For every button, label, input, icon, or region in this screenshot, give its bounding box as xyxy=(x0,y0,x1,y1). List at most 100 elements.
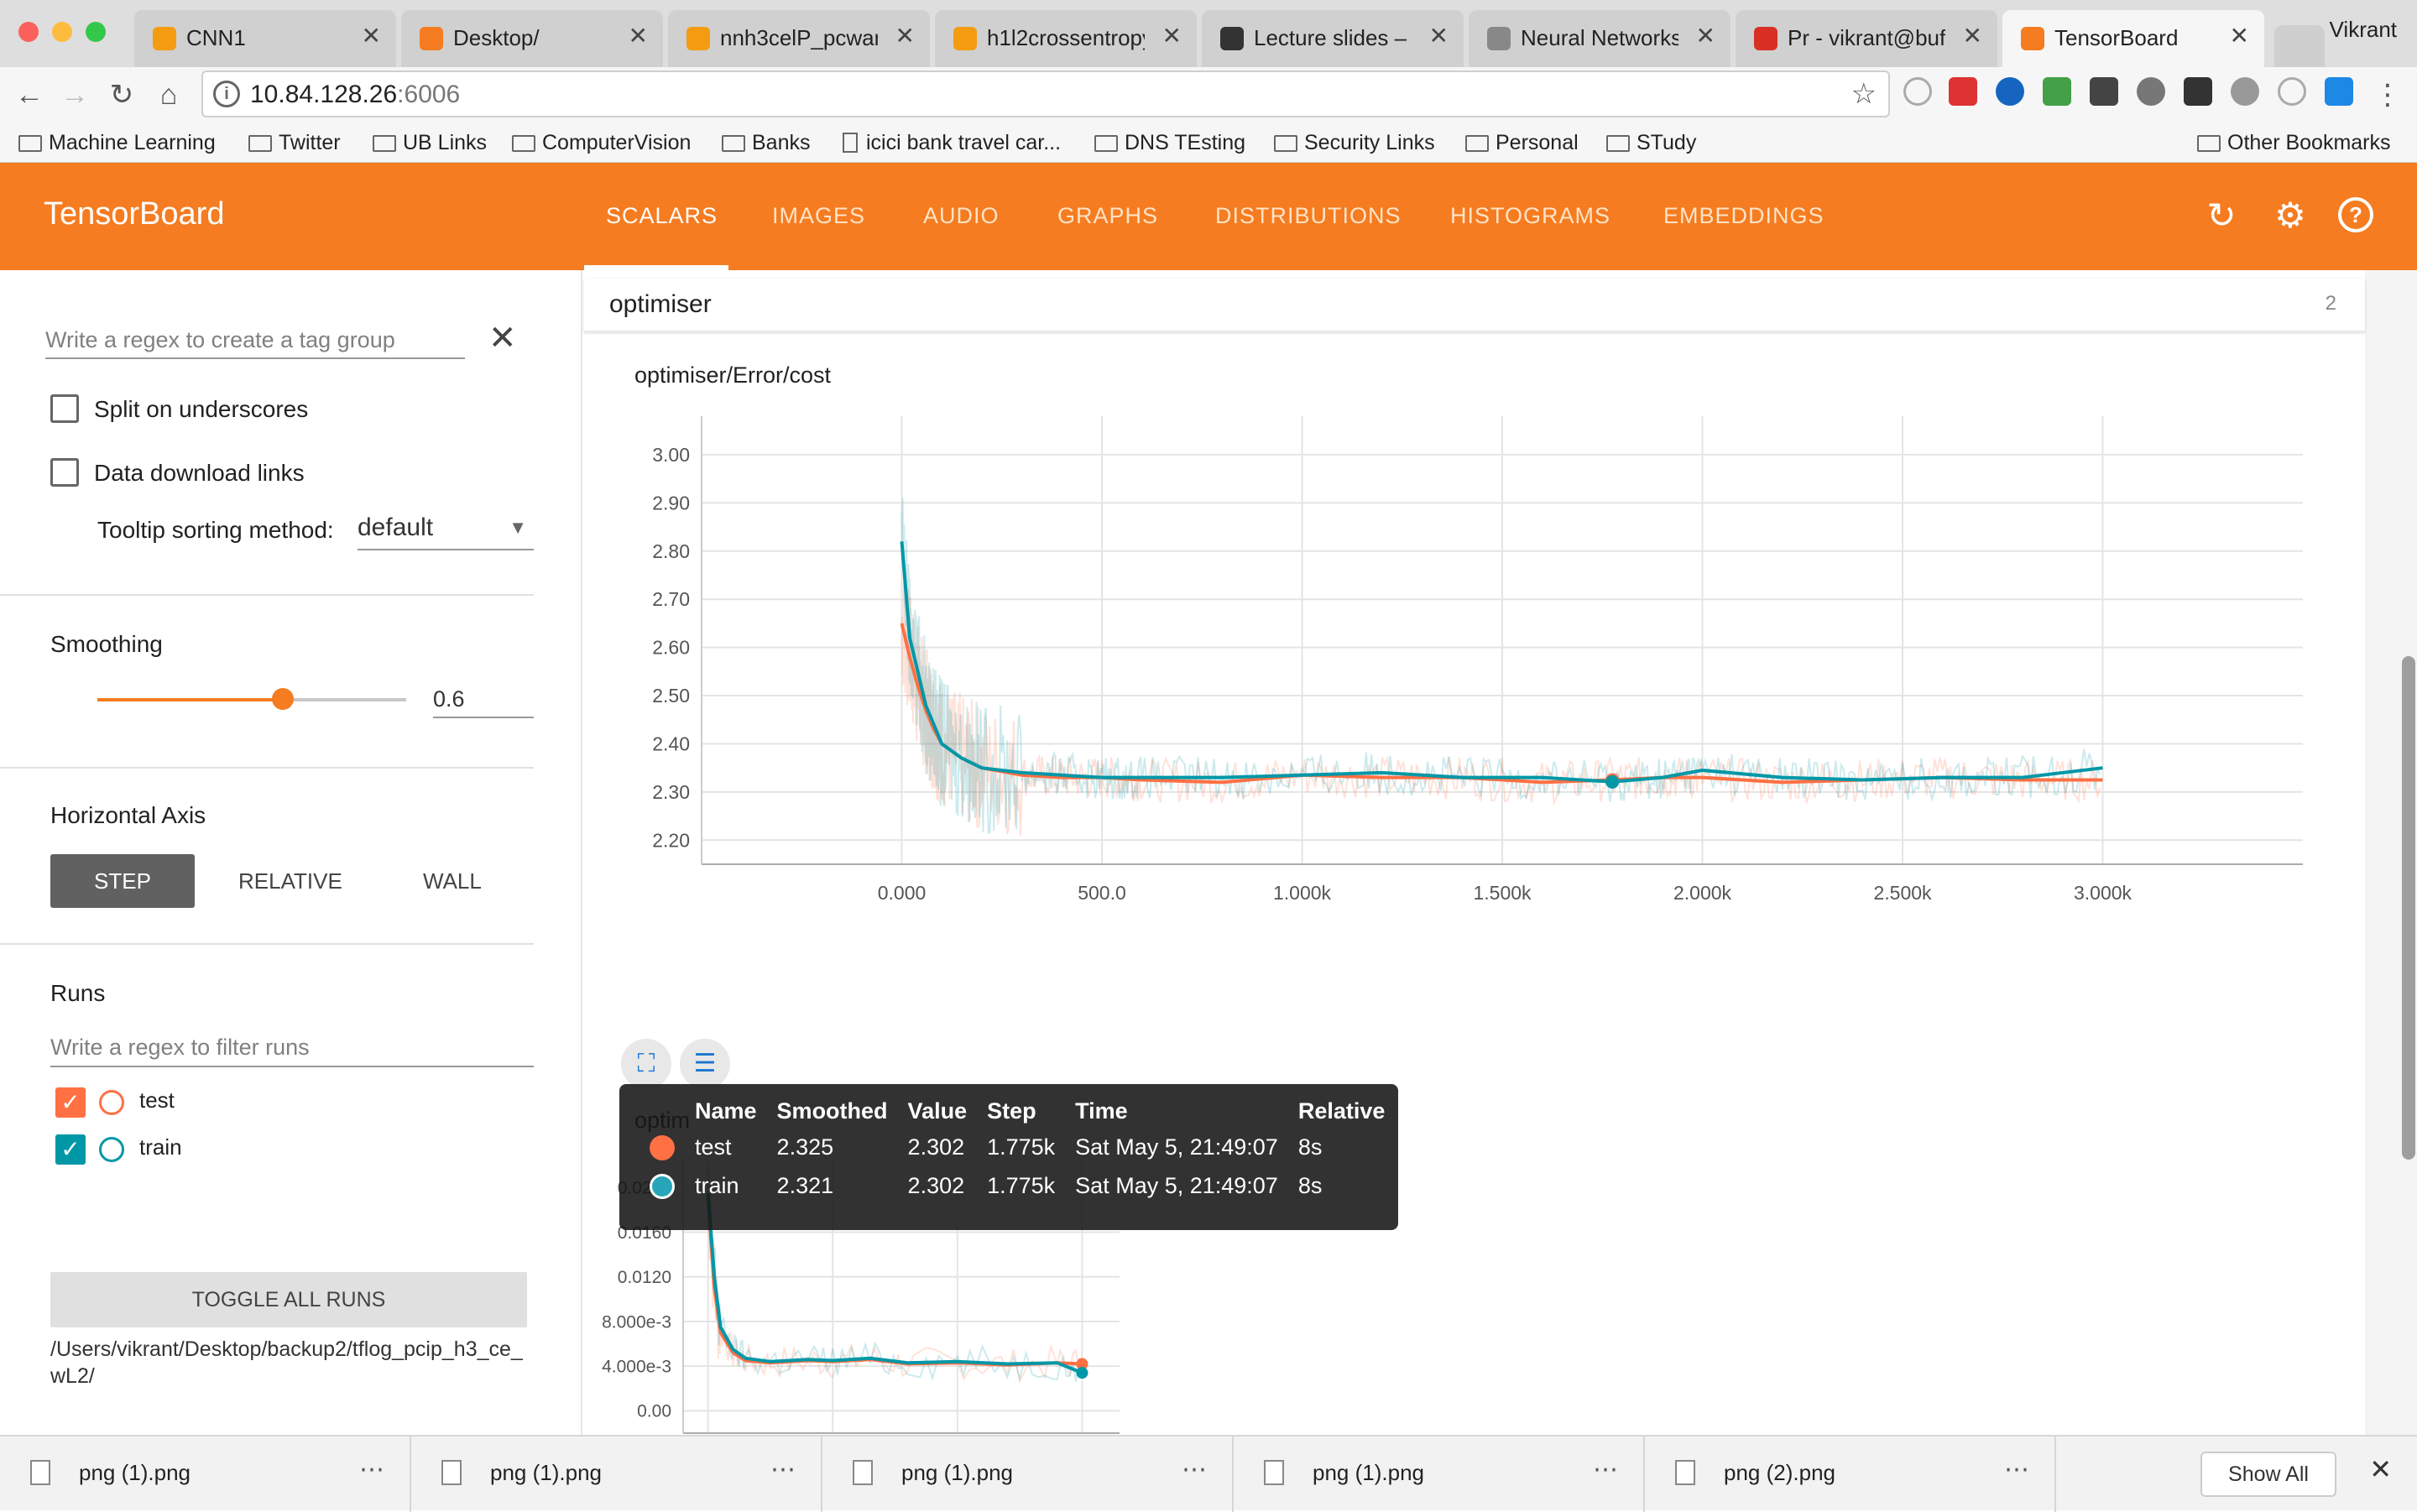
other-bookmarks[interactable]: Other Bookmarks xyxy=(2197,126,2391,159)
download-item[interactable]: png (1).png ⋯ xyxy=(1234,1436,1645,1512)
tooltip-sort-dropdown[interactable]: default ▼ xyxy=(358,508,534,550)
bookmark-folder[interactable]: STudy xyxy=(1606,126,1696,159)
url-text: 10.84.128.26:6006 xyxy=(250,81,461,108)
split-underscores-checkbox[interactable] xyxy=(50,394,79,423)
info-icon[interactable]: i xyxy=(213,81,240,107)
bookmark-folder[interactable]: DNS TEsting xyxy=(1094,126,1245,159)
bookmark-folder[interactable]: Personal xyxy=(1465,126,1579,159)
bookmark-folder[interactable]: ComputerVision xyxy=(512,126,691,159)
browser-tab-7[interactable]: TensorBoard ✕ xyxy=(2002,10,2264,67)
tab-close-icon[interactable]: ✕ xyxy=(1963,22,1982,50)
tab-favicon-icon xyxy=(2021,27,2044,50)
extension-icon[interactable] xyxy=(1903,77,1932,106)
bookmark-folder[interactable]: Machine Learning xyxy=(18,126,216,159)
refresh-icon[interactable]: ↻ xyxy=(2202,196,2241,235)
run-checkbox-train[interactable]: ✓ xyxy=(55,1134,86,1165)
forward-arrow-icon[interactable]: → xyxy=(54,74,96,116)
bookmark-folder[interactable]: Banks xyxy=(722,126,810,159)
axis-wall-button[interactable]: WALL xyxy=(423,854,482,908)
browser-tab-3[interactable]: h1l2crossentropy- ✕ xyxy=(935,10,1197,67)
more-options-icon[interactable]: ⋯ xyxy=(770,1455,796,1484)
extension-icon[interactable] xyxy=(2325,77,2353,106)
extension-icon[interactable] xyxy=(2184,77,2212,106)
y-tick-label: 2.70 xyxy=(652,588,690,610)
tab-close-icon[interactable]: ✕ xyxy=(1429,22,1449,50)
extension-icon[interactable] xyxy=(2231,77,2259,106)
extension-icon[interactable] xyxy=(2278,77,2306,106)
more-options-icon[interactable]: ⋯ xyxy=(1182,1455,1207,1484)
reload-icon[interactable]: ↻ xyxy=(101,74,143,116)
tag-group-regex-input[interactable] xyxy=(45,322,465,359)
new-tab-button[interactable] xyxy=(2274,25,2325,67)
runs-filter-input[interactable] xyxy=(50,1029,534,1067)
help-icon[interactable]: ? xyxy=(2336,196,2375,235)
data-download-label: Data download links xyxy=(94,460,305,486)
bookmark-star-icon[interactable]: ☆ xyxy=(1851,77,1877,111)
smoothing-slider-handle[interactable] xyxy=(271,688,294,710)
home-icon[interactable]: ⌂ xyxy=(148,74,190,116)
close-window-button[interactable] xyxy=(18,22,39,42)
tab-histograms[interactable]: HISTOGRAMS xyxy=(1450,203,1610,229)
bookmark-folder[interactable]: UB Links xyxy=(373,126,487,159)
chrome-menu-icon[interactable]: ⋮ xyxy=(2367,74,2409,116)
raw-series-line-test xyxy=(901,581,2101,837)
extension-icon[interactable] xyxy=(2090,77,2118,106)
address-bar[interactable]: i 10.84.128.26:6006 ☆ xyxy=(201,70,1890,117)
tab-close-icon[interactable]: ✕ xyxy=(1162,22,1182,50)
smoothing-value-input[interactable]: 0.6 xyxy=(433,681,534,718)
y-tick-label: 2.50 xyxy=(652,685,690,706)
extension-icon[interactable] xyxy=(2043,77,2071,106)
tab-title: CNN1 xyxy=(186,25,246,50)
data-list-icon[interactable]: ☰ xyxy=(680,1039,730,1089)
download-item[interactable]: png (1).png ⋯ xyxy=(0,1436,411,1512)
cost-line-chart[interactable]: 0.000 500.0 1.000k 1.500k 2.000k 2.500k 3.000k… xyxy=(584,396,2365,1118)
profile-name[interactable]: Vikrant xyxy=(2330,17,2397,43)
minimize-window-button[interactable] xyxy=(52,22,72,42)
tab-scalars[interactable]: SCALARS xyxy=(606,203,718,229)
tab-close-icon[interactable]: ✕ xyxy=(362,22,381,50)
toggle-all-runs-button[interactable]: TOGGLE ALL RUNS xyxy=(50,1272,527,1327)
folder-icon xyxy=(1465,135,1489,152)
tab-embeddings[interactable]: EMBEDDINGS xyxy=(1663,203,1824,229)
data-download-checkbox[interactable] xyxy=(50,458,79,487)
tab-distributions[interactable]: DISTRIBUTIONS xyxy=(1215,203,1402,229)
browser-tab-1[interactable]: Desktop/ ✕ xyxy=(401,10,663,67)
more-options-icon[interactable]: ⋯ xyxy=(2004,1455,2029,1484)
scrollbar[interactable] xyxy=(2402,656,2415,1160)
bookmark-folder[interactable]: Twitter xyxy=(248,126,341,159)
extension-icon[interactable] xyxy=(1996,77,2024,106)
more-options-icon[interactable]: ⋯ xyxy=(1593,1455,1618,1484)
browser-tab-2[interactable]: nnh3celP_pcwand ✕ xyxy=(668,10,930,67)
fullscreen-icon[interactable]: ⛶ xyxy=(621,1039,671,1089)
smoothing-slider[interactable] xyxy=(97,688,406,710)
tab-graphs[interactable]: GRAPHS xyxy=(1057,203,1158,229)
tab-close-icon[interactable]: ✕ xyxy=(895,22,915,50)
clear-regex-icon[interactable]: ✕ xyxy=(488,319,517,357)
browser-tab-0[interactable]: CNN1 ✕ xyxy=(134,10,396,67)
extension-icon[interactable] xyxy=(2137,77,2165,106)
bookmark-page[interactable]: icici bank travel car... xyxy=(843,126,1061,159)
download-item[interactable]: png (1).png ⋯ xyxy=(411,1436,822,1512)
download-item[interactable]: png (1).png ⋯ xyxy=(822,1436,1234,1512)
group-header[interactable]: optimiser 2 xyxy=(584,279,2365,332)
download-item[interactable]: png (2).png ⋯ xyxy=(1645,1436,2056,1512)
tab-close-icon[interactable]: ✕ xyxy=(629,22,648,50)
tab-close-icon[interactable]: ✕ xyxy=(1696,22,1715,50)
axis-relative-button[interactable]: RELATIVE xyxy=(238,854,342,908)
axis-step-button[interactable]: STEP xyxy=(50,854,195,908)
tab-audio[interactable]: AUDIO xyxy=(923,203,1000,229)
more-options-icon[interactable]: ⋯ xyxy=(359,1455,384,1484)
tab-close-icon[interactable]: ✕ xyxy=(2230,22,2249,50)
settings-gear-icon[interactable]: ⚙ xyxy=(2271,196,2310,235)
bookmark-folder[interactable]: Security Links xyxy=(1274,126,1435,159)
zoom-window-button[interactable] xyxy=(86,22,106,42)
show-all-downloads-button[interactable]: Show All xyxy=(2200,1452,2336,1497)
extension-icon[interactable] xyxy=(1949,77,1977,106)
browser-tab-5[interactable]: Neural Networks - ✕ xyxy=(1469,10,1731,67)
tab-images[interactable]: IMAGES xyxy=(772,203,865,229)
run-checkbox-test[interactable]: ✓ xyxy=(55,1087,86,1118)
back-arrow-icon[interactable]: ← xyxy=(8,74,50,116)
browser-tab-6[interactable]: Pr - vikrant@buffa ✕ xyxy=(1736,10,1997,67)
browser-tab-4[interactable]: Lecture slides – 2 ✕ xyxy=(1202,10,1464,67)
close-icon[interactable]: ✕ xyxy=(2369,1453,2392,1485)
